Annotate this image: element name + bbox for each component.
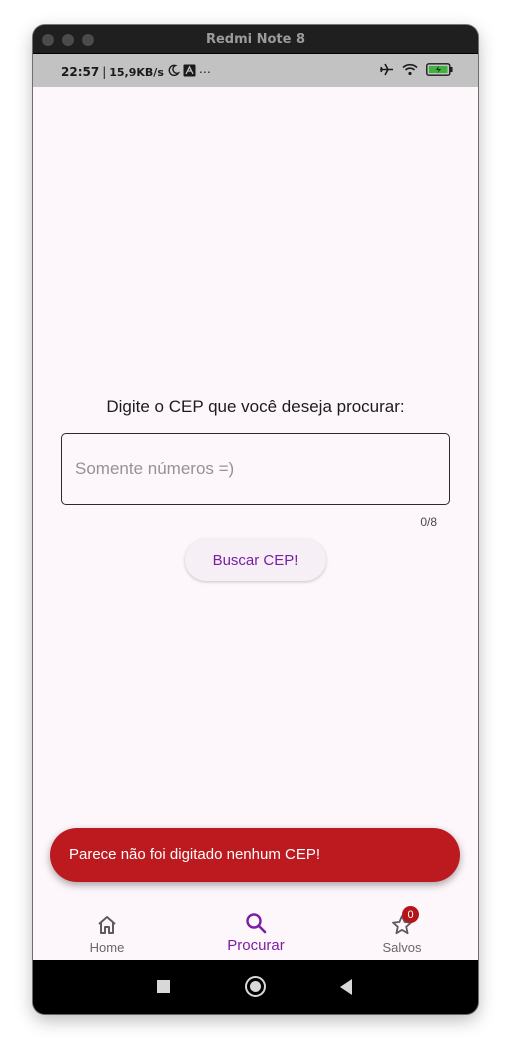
app-notification-icon — [183, 64, 196, 80]
nav-item-home[interactable]: Home — [47, 902, 167, 960]
airplane-icon — [379, 63, 394, 81]
moon-icon — [167, 64, 181, 80]
snackbar-message: Parece não foi digitado nenhum CEP! — [69, 846, 320, 863]
status-time: 22:57 — [61, 65, 100, 79]
emulator-window: Redmi Note 8 22:57 | 15,9KB/s ⋯ Digite o… — [33, 25, 478, 1014]
cep-prompt-label: Digite o CEP que você deseja procurar: — [106, 397, 405, 416]
error-snackbar: Parece não foi digitado nenhum CEP! — [50, 828, 460, 882]
window-title: Redmi Note 8 — [205, 32, 306, 47]
character-counter: 0/8 — [420, 515, 437, 529]
wifi-icon — [402, 63, 418, 81]
status-separator: | — [102, 65, 107, 79]
star-icon: 0 — [390, 906, 419, 937]
search-screen: Digite o CEP que você deseja procurar: S… — [33, 87, 478, 960]
search-icon — [244, 911, 268, 935]
battery-charging-icon — [426, 63, 454, 81]
android-system-navigation — [33, 960, 478, 1014]
cep-input-placeholder: Somente números =) — [75, 459, 235, 478]
bottom-navigation: Home Procurar 0 Salvos — [33, 902, 478, 960]
nav-label-home: Home — [89, 940, 125, 955]
nav-item-saved[interactable]: 0 Salvos — [342, 902, 462, 960]
cep-input[interactable]: Somente números =) — [61, 433, 450, 505]
more-notifications: ⋯ — [198, 65, 211, 79]
home-circle-icon[interactable] — [245, 976, 266, 997]
nav-label-search: Procurar — [227, 937, 285, 954]
recents-icon[interactable] — [157, 980, 170, 993]
android-status-bar: 22:57 | 15,9KB/s ⋯ — [33, 54, 478, 87]
nav-label-saved: Salvos — [382, 940, 422, 955]
back-icon[interactable] — [340, 979, 352, 995]
saved-count-badge: 0 — [402, 906, 419, 923]
home-icon — [95, 913, 119, 937]
search-cep-button[interactable]: Buscar CEP! — [185, 539, 326, 581]
network-speed: 15,9KB/s — [109, 65, 164, 79]
window-titlebar: Redmi Note 8 — [33, 25, 478, 54]
nav-item-search[interactable]: Procurar — [196, 902, 316, 960]
